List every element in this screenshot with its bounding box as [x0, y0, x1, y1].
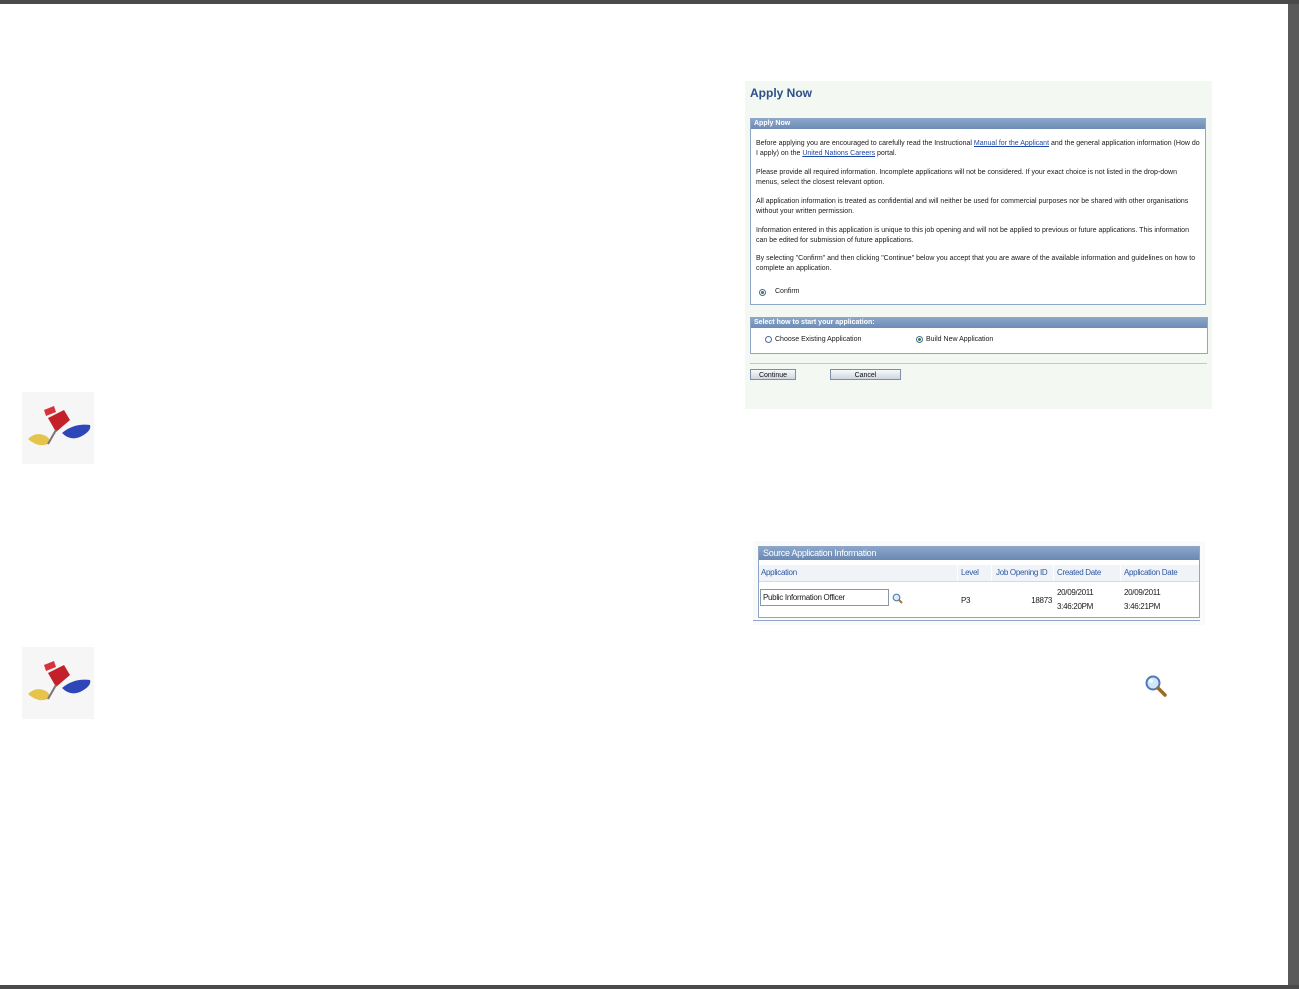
application-date-cell: 20/09/2011	[1124, 588, 1161, 597]
created-date-cell: 20/09/2011	[1057, 588, 1094, 597]
job-opening-id-cell: 18873	[1031, 596, 1052, 605]
bottom-border	[0, 985, 1299, 989]
instructions-paragraph-4: Information entered in this application …	[756, 227, 1189, 244]
column-header-job-opening-id[interactable]: Job Opening ID	[996, 568, 1048, 577]
pushpin-icon	[22, 647, 94, 719]
column-divider	[1120, 565, 1121, 581]
right-border	[1288, 4, 1299, 985]
continue-button[interactable]: Continue	[750, 369, 796, 380]
column-header-created-date[interactable]: Created Date	[1057, 568, 1101, 577]
instructions-paragraph-2: Please provide all required information.…	[756, 169, 1178, 186]
choose-existing-radio[interactable]	[765, 336, 772, 343]
cancel-button[interactable]: Cancel	[830, 369, 901, 380]
column-header-level[interactable]: Level	[961, 568, 979, 577]
page-title: Apply Now	[750, 86, 812, 100]
application-time-cell: 3:46:21PM	[1124, 602, 1160, 611]
magnifier-icon[interactable]	[892, 591, 903, 609]
apply-now-group: Apply Now Before applying you are encour…	[750, 118, 1206, 305]
top-border	[0, 0, 1299, 4]
start-options-group: Select how to start your application: Ch…	[750, 317, 1208, 354]
divider	[753, 620, 1200, 621]
instructions-paragraph-1: Before applying you are encouraged to ca…	[756, 140, 1200, 157]
manual-for-applicant-link[interactable]: Manual for the Applicant	[974, 140, 1049, 147]
confirm-radio[interactable]	[759, 289, 766, 296]
source-application-grid: Source Application Information Applicati…	[758, 546, 1200, 618]
source-application-panel: Source Application Information Applicati…	[753, 541, 1205, 625]
column-divider	[991, 565, 992, 581]
level-cell: P3	[961, 596, 971, 605]
divider	[750, 363, 1207, 364]
start-options-header: Select how to start your application:	[751, 318, 1207, 328]
created-time-cell: 3:46:20PM	[1057, 602, 1093, 611]
instructions-paragraph-3: All application information is treated a…	[756, 198, 1189, 215]
pushpin-icon	[22, 392, 94, 464]
confirm-label: Confirm	[775, 288, 800, 295]
column-header-application-date[interactable]: Application Date	[1124, 568, 1178, 577]
un-careers-link[interactable]: United Nations Careers	[802, 150, 875, 157]
build-new-radio[interactable]	[916, 336, 923, 343]
application-name-field[interactable]: Public Information Officer	[760, 589, 889, 606]
source-application-title: Source Application Information	[759, 547, 1199, 560]
magnifier-icon	[1144, 674, 1168, 703]
apply-now-group-header: Apply Now	[751, 119, 1205, 129]
build-new-label: Build New Application	[926, 336, 994, 343]
table-header-row: Application Level Job Opening ID Created…	[759, 565, 1199, 582]
column-divider	[957, 565, 958, 581]
apply-now-panel: Apply Now Apply Now Before applying you …	[745, 81, 1212, 409]
instructions-paragraph-5: By selecting "Confirm" and then clicking…	[756, 255, 1196, 272]
column-header-application[interactable]: Application	[761, 568, 797, 577]
column-divider	[1053, 565, 1054, 581]
choose-existing-label: Choose Existing Application	[775, 336, 862, 343]
